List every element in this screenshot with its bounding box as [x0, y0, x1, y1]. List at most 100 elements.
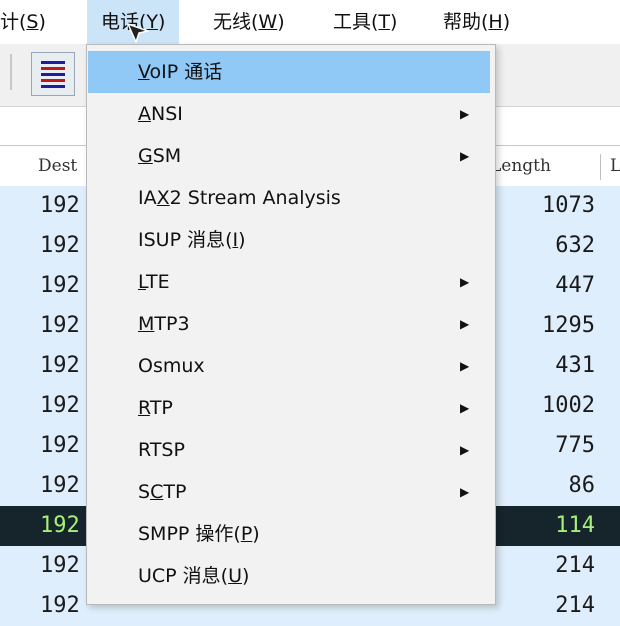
cell-length: 86 — [568, 473, 596, 498]
menu-item-label: LTE — [138, 261, 170, 303]
icon-line — [41, 67, 65, 70]
submenu-arrow-icon: ▶ — [460, 275, 470, 289]
menu-wireless[interactable]: 无线(W) — [213, 0, 285, 44]
menu-item-label: RTP — [138, 387, 173, 429]
menu-help[interactable]: 帮助(H) — [443, 0, 510, 44]
mnemonic-letter: A — [138, 103, 151, 125]
menu-item-label: GSM — [138, 135, 181, 177]
cell-destination: 192 — [40, 593, 80, 618]
submenu-arrow-icon: ▶ — [460, 149, 470, 163]
submenu-arrow-icon: ▶ — [460, 443, 470, 457]
label-text: SMPP 操作( — [138, 523, 241, 545]
telephony-menu-item[interactable]: SCTP ▶ — [88, 471, 490, 513]
cell-destination: 192 — [40, 273, 80, 298]
column-header-destination[interactable]: Dest — [38, 146, 77, 186]
label-text: S — [138, 481, 151, 503]
telephony-menu-item[interactable]: RTP ▶ — [88, 387, 490, 429]
label-text: TP — [149, 397, 173, 419]
cell-destination: 192 — [40, 233, 80, 258]
column-header-extra[interactable]: L — [610, 146, 620, 186]
telephony-menu-item[interactable]: GSM ▶ — [88, 135, 490, 177]
cell-destination: 192 — [40, 553, 80, 578]
menu-item-label: SMPP 操作(P) — [138, 513, 260, 555]
menu-bar: 计(S) 电话(Y) 无线(W) 工具(T) 帮助(H) — [0, 0, 620, 44]
menu-item-label: ISUP 消息(I) — [138, 219, 246, 261]
menu-item-label: SCTP — [138, 471, 186, 513]
menu-item-label: Osmux — [138, 345, 205, 387]
label-text: IA — [138, 187, 157, 209]
cell-length: 1073 — [542, 193, 595, 218]
mnemonic-letter: R — [138, 397, 150, 419]
cell-length: 1295 — [542, 313, 595, 338]
colorize-lines-button[interactable] — [31, 52, 75, 96]
submenu-arrow-icon: ▶ — [460, 317, 470, 331]
mnemonic-letter: M — [138, 313, 155, 335]
label-text: ) — [238, 229, 246, 251]
submenu-arrow-icon: ▶ — [460, 359, 470, 373]
telephony-menu-item[interactable]: ISUP 消息(I) — [88, 219, 490, 261]
label-text: oIP 通话 — [149, 61, 223, 83]
submenu-arrow-icon: ▶ — [460, 485, 470, 499]
telephony-menu-item[interactable]: UCP 消息(U) — [88, 555, 490, 597]
menu-item-label: VoIP 通话 — [138, 51, 222, 93]
cell-destination: 192 — [40, 473, 80, 498]
mnemonic-letter: U — [228, 565, 243, 587]
cell-destination: 192 — [40, 313, 80, 338]
telephony-menu-item[interactable]: VoIP 通话 — [88, 51, 490, 93]
cell-length: 775 — [555, 433, 595, 458]
column-header-length[interactable]: Length — [490, 146, 551, 186]
menu-tools[interactable]: 工具(T) — [333, 0, 397, 44]
icon-line — [41, 61, 65, 64]
menu-item-label: MTP3 — [138, 303, 190, 345]
cell-length: 447 — [555, 273, 595, 298]
telephony-menu-item[interactable]: IAX2 Stream Analysis — [88, 177, 490, 219]
telephony-menu-item[interactable]: Osmux ▶ — [88, 345, 490, 387]
label-text: 2 Stream Analysis — [169, 187, 341, 209]
menu-statistics[interactable]: 计(S) — [0, 0, 46, 44]
mouse-cursor-icon — [127, 23, 149, 43]
mnemonic-letter: P — [240, 523, 253, 545]
mnemonic-letter: C — [150, 481, 164, 503]
label-text: TE — [145, 271, 170, 293]
telephony-menu-item[interactable]: LTE ▶ — [88, 261, 490, 303]
label-text: ) — [242, 565, 250, 587]
cell-length: 214 — [555, 553, 595, 578]
label-text: TP3 — [154, 313, 190, 335]
column-divider[interactable] — [600, 154, 601, 180]
label-text: ISUP 消息( — [138, 229, 233, 251]
icon-line — [41, 73, 65, 76]
menu-item-label: IAX2 Stream Analysis — [138, 177, 341, 219]
menu-item-label: UCP 消息(U) — [138, 555, 249, 597]
label-text: UCP 消息( — [138, 565, 229, 587]
cell-destination: 192 — [40, 353, 80, 378]
telephony-menu-item[interactable]: RTSP ▶ — [88, 429, 490, 471]
submenu-arrow-icon: ▶ — [460, 107, 470, 121]
cell-length: 431 — [555, 353, 595, 378]
label-text: RTSP — [138, 439, 185, 461]
label-text: ) — [252, 523, 260, 545]
icon-line — [41, 79, 65, 82]
cell-destination: 192 — [40, 193, 80, 218]
telephony-menu-item[interactable]: SMPP 操作(P) — [88, 513, 490, 555]
mnemonic-letter: L — [138, 271, 146, 293]
label-text: TP — [163, 481, 187, 503]
mnemonic-letter: V — [138, 61, 150, 83]
cell-length: 1002 — [542, 393, 595, 418]
mnemonic-letter: G — [138, 145, 153, 167]
telephony-menu-item[interactable]: MTP3 ▶ — [88, 303, 490, 345]
mnemonic-letter: X — [156, 187, 170, 209]
icon-line — [41, 85, 65, 88]
label-text: SM — [152, 145, 182, 167]
menu-item-label: RTSP — [138, 429, 185, 471]
label-text: Osmux — [138, 355, 205, 377]
cell-length: 114 — [555, 513, 595, 538]
toolbar-separator — [10, 54, 12, 90]
submenu-arrow-icon: ▶ — [460, 401, 470, 415]
cell-length: 632 — [555, 233, 595, 258]
cell-destination: 192 — [40, 433, 80, 458]
cell-length: 214 — [555, 593, 595, 618]
telephony-menu-item[interactable]: ANSI ▶ — [88, 93, 490, 135]
cell-destination: 192 — [40, 513, 80, 538]
telephony-dropdown-menu: VoIP 通话 ANSI ▶ GSM ▶ IAX2 Stream Analysis ISUP… — [86, 44, 496, 605]
menu-item-label: ANSI — [138, 93, 183, 135]
